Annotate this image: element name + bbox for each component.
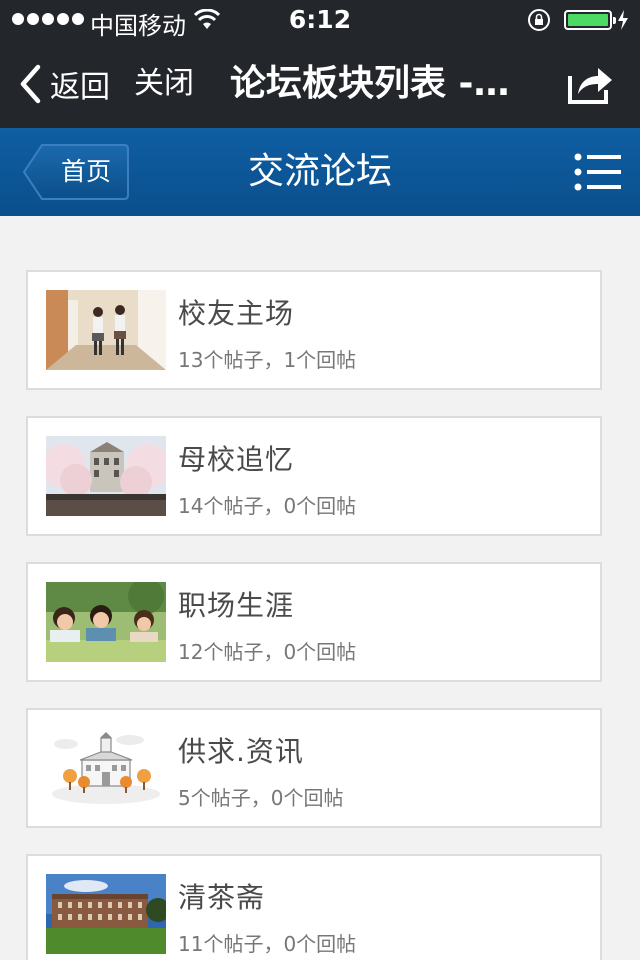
forum-item[interactable]: 清茶斋 11个帖子，0个回帖: [26, 854, 602, 960]
back-label: 返回: [50, 70, 110, 105]
forum-item[interactable]: 职场生涯 12个帖子，0个回帖: [26, 562, 602, 682]
students-corridor-photo: [46, 290, 166, 370]
forum-title: 校友主场: [178, 297, 295, 330]
section-header: 首页 交流论坛: [0, 128, 640, 216]
forum-item[interactable]: 供求.资讯 5个帖子，0个回帖: [26, 708, 602, 828]
building-illustration: [46, 728, 166, 808]
forum-stats: 11个帖子，0个回帖: [178, 932, 357, 956]
forum-item[interactable]: 母校追忆 14个帖子，0个回帖: [26, 416, 602, 536]
charging-bolt-icon: [618, 10, 628, 30]
campus-building-photo: [46, 874, 166, 954]
forum-list: 校友主场 13个帖子，1个回帖 母校追忆 14个帖子，0个回帖 职场生涯 12个…: [0, 216, 640, 960]
share-icon[interactable]: [566, 62, 614, 106]
forum-item[interactable]: 校友主场 13个帖子，1个回帖: [26, 270, 602, 390]
forum-title: 职场生涯: [178, 589, 295, 622]
section-title: 交流论坛: [247, 151, 392, 192]
campus-cherry-blossom-photo: [46, 436, 166, 516]
list-menu-icon[interactable]: [574, 152, 622, 192]
home-label: 首页: [60, 157, 111, 186]
forum-stats: 12个帖子，0个回帖: [178, 640, 357, 664]
forum-stats: 5个帖子，0个回帖: [178, 786, 344, 810]
students-on-grass-photo: [46, 582, 166, 662]
chevron-left-icon: [20, 64, 41, 104]
page-title: 论坛板块列表 -…: [230, 63, 510, 104]
forum-stats: 14个帖子，0个回帖: [178, 494, 357, 518]
forum-title: 供求.资讯: [178, 735, 304, 768]
battery-icon: [564, 10, 616, 30]
status-bar: 中国移动 6:12: [0, 0, 640, 40]
rotation-lock-icon: [528, 9, 550, 31]
forum-stats: 13个帖子，1个回帖: [178, 348, 357, 372]
back-button[interactable]: 返回: [18, 62, 110, 106]
forum-title: 清茶斋: [178, 881, 266, 914]
forum-title: 母校追忆: [178, 443, 295, 476]
nav-bar: 返回 关闭 论坛板块列表 -…: [0, 40, 640, 128]
home-button[interactable]: 首页: [22, 143, 130, 201]
close-button[interactable]: 关闭: [134, 62, 194, 106]
